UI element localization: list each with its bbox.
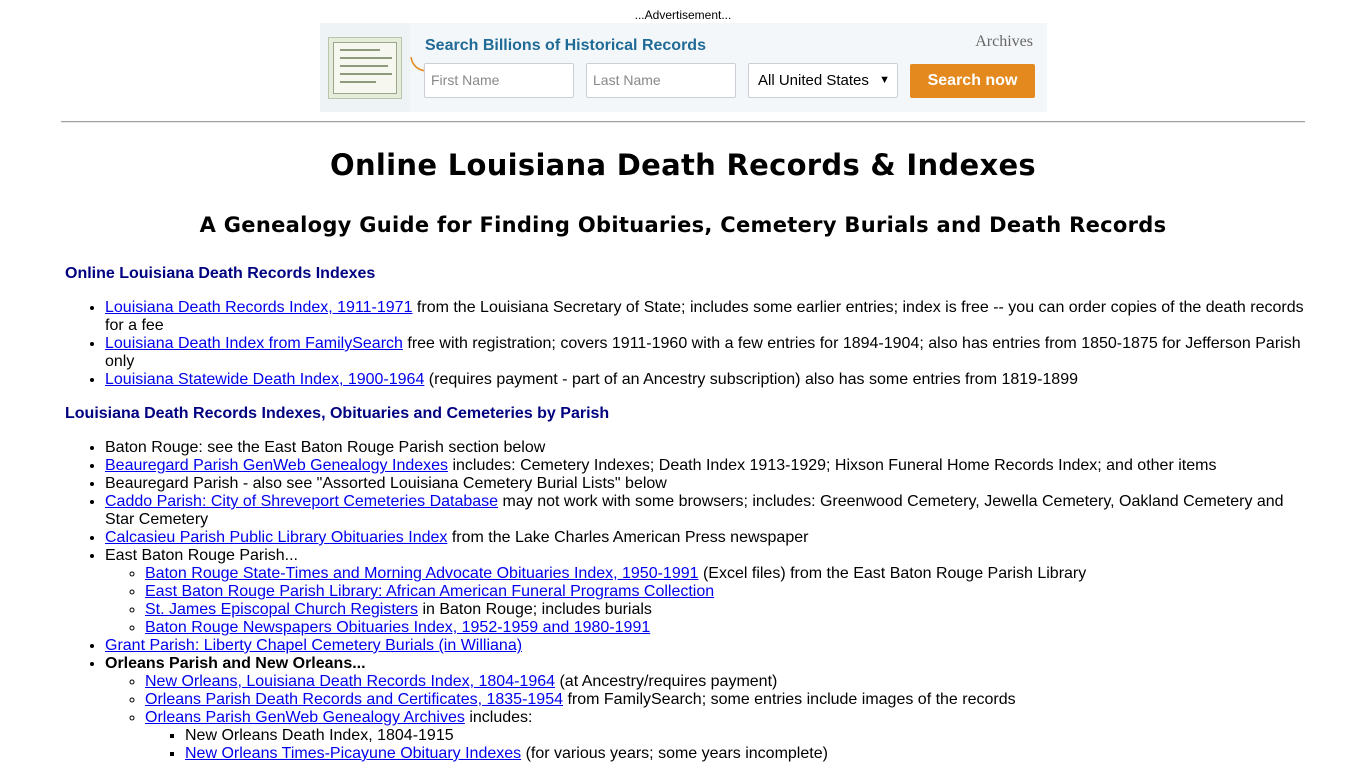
list-item: Orleans Parish and New Orleans... New Or…: [105, 655, 1310, 763]
advertisement-label: ...Advertisement...: [634, 8, 732, 22]
link[interactable]: East Baton Rouge Parish Library: African…: [145, 583, 714, 600]
link[interactable]: St. James Episcopal Church Registers: [145, 601, 418, 618]
list-item: Louisiana Statewide Death Index, 1900-19…: [105, 371, 1310, 389]
orleans-sublist: New Orleans, Louisiana Death Records Ind…: [105, 673, 1310, 763]
page-subtitle: A Genealogy Guide for Finding Obituaries…: [199, 213, 1167, 237]
main-content: Online Louisiana Death Records Indexes L…: [65, 265, 1310, 779]
parish-list: Baton Rouge: see the East Baton Rouge Pa…: [65, 439, 1310, 763]
list-item: Beauregard Parish - also see "Assorted L…: [105, 475, 1310, 493]
list-item: Calcasieu Parish Public Library Obituari…: [105, 529, 1310, 547]
section-heading-statewide: Online Louisiana Death Records Indexes: [65, 265, 376, 282]
location-select[interactable]: All United States ▼: [748, 63, 898, 98]
ad-headline: Search Billions of Historical Records: [425, 37, 706, 54]
list-item: St. James Episcopal Church Registers in …: [145, 601, 1310, 619]
link[interactable]: New Orleans Times-Picayune Obituary Inde…: [185, 745, 521, 762]
list-item: Louisiana Death Records Index, 1911-1971…: [105, 299, 1310, 335]
list-item: Beauregard Parish GenWeb Genealogy Index…: [105, 457, 1310, 475]
list-item: East Baton Rouge Parish... Baton Rouge S…: [105, 547, 1310, 637]
death-certificate-thumbnail: [328, 37, 402, 99]
link[interactable]: New Orleans, Louisiana Death Records Ind…: [145, 673, 555, 690]
link[interactable]: Calcasieu Parish Public Library Obituari…: [105, 529, 447, 546]
link[interactable]: Orleans Parish GenWeb Genealogy Archives: [145, 709, 465, 726]
link[interactable]: Orleans Parish Death Records and Certifi…: [145, 691, 563, 708]
horizontal-divider: [61, 121, 1305, 123]
list-item: Orleans Parish Death Records and Certifi…: [145, 691, 1310, 709]
list-item: New Orleans, Louisiana Death Records Ind…: [145, 673, 1310, 691]
link[interactable]: Caddo Parish: City of Shreveport Cemeter…: [105, 493, 498, 510]
list-item: Baton Rouge State-Times and Morning Advo…: [145, 565, 1310, 583]
statewide-list: Louisiana Death Records Index, 1911-1971…: [65, 299, 1310, 389]
ebr-sublist: Baton Rouge State-Times and Morning Advo…: [105, 565, 1310, 637]
list-item: New Orleans Times-Picayune Obituary Inde…: [185, 745, 1310, 763]
first-name-input[interactable]: First Name: [424, 63, 574, 98]
archives-logo: Archives: [975, 33, 1033, 50]
link[interactable]: Grant Parish: Liberty Chapel Cemetery Bu…: [105, 637, 522, 654]
last-name-input[interactable]: Last Name: [586, 63, 736, 98]
link[interactable]: Beauregard Parish GenWeb Genealogy Index…: [105, 457, 448, 474]
link[interactable]: Baton Rouge Newspapers Obituaries Index,…: [145, 619, 650, 636]
list-item: East Baton Rouge Parish Library: African…: [145, 583, 1310, 601]
list-item: Baton Rouge Newspapers Obituaries Index,…: [145, 619, 1310, 637]
search-now-button[interactable]: Search now: [910, 64, 1035, 98]
advertisement-banner[interactable]: Search Billions of Historical Records Ar…: [320, 23, 1047, 112]
list-item: Baton Rouge: see the East Baton Rouge Pa…: [105, 439, 1310, 457]
page-title: Online Louisiana Death Records & Indexes: [330, 148, 1036, 182]
orleans-genweb-sublist: New Orleans Death Index, 1804-1915 New O…: [145, 727, 1310, 763]
link[interactable]: Louisiana Statewide Death Index, 1900-19…: [105, 371, 424, 388]
list-item: Louisiana Death Index from FamilySearch …: [105, 335, 1310, 371]
location-selected-value: All United States: [758, 72, 869, 89]
list-item: Grant Parish: Liberty Chapel Cemetery Bu…: [105, 637, 1310, 655]
chevron-down-icon: ▼: [879, 74, 890, 86]
link[interactable]: Louisiana Death Index from FamilySearch: [105, 335, 403, 352]
list-item: Orleans Parish GenWeb Genealogy Archives…: [145, 709, 1310, 763]
list-item: New Orleans Death Index, 1804-1915: [185, 727, 1310, 745]
list-item: Caddo Parish: City of Shreveport Cemeter…: [105, 493, 1310, 529]
section-heading-parish: Louisiana Death Records Indexes, Obituar…: [65, 405, 610, 422]
link[interactable]: Louisiana Death Records Index, 1911-1971: [105, 299, 412, 316]
link[interactable]: Baton Rouge State-Times and Morning Advo…: [145, 565, 699, 582]
